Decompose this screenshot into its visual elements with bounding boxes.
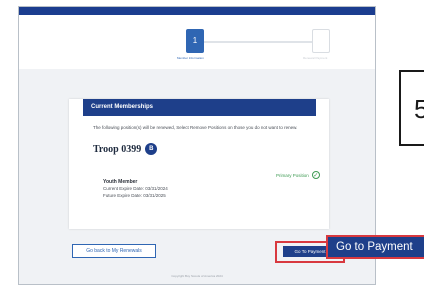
unit-row: Troop 0399 B	[93, 143, 158, 155]
step-1-indicator: 1	[186, 29, 204, 53]
future-expire-date: Future Expire Date: 03/31/2025	[103, 192, 166, 198]
step-2-indicator	[312, 29, 330, 53]
top-band	[19, 7, 375, 15]
app-screen: 1 Member Information Renewal Payment Cur…	[18, 6, 376, 285]
primary-position-label: Primary Position	[276, 172, 309, 178]
step-connector	[195, 41, 319, 43]
primary-position-indicator: Primary Position ✓	[276, 171, 320, 179]
step-1-label: Member Information	[177, 56, 204, 60]
back-to-renewals-button[interactable]: Go back to My Renewals	[72, 244, 156, 258]
current-expire-date: Current Expire Date: 03/31/2024	[103, 186, 168, 191]
member-type: Youth Member	[103, 179, 138, 185]
renewal-description: The following position(s) will be renewe…	[93, 125, 298, 130]
progress-stepper: 1 Member Information Renewal Payment	[19, 15, 375, 69]
unit-name: Troop 0399	[93, 143, 142, 155]
step-2-label: Renewal Payment	[303, 56, 328, 60]
go-to-payment-callout: Go to Payment	[326, 235, 424, 259]
unit-type-badge: B	[145, 143, 158, 155]
copyright-text: Copyright Boy Scouts of America 2024	[171, 274, 223, 278]
step-number-callout: 5	[399, 70, 424, 146]
membership-details: Youth Member Current Expire Date: 03/31/…	[103, 179, 168, 199]
step-number: 5	[414, 94, 424, 124]
memberships-card: Current Memberships The following positi…	[69, 99, 329, 229]
card-title: Current Memberships	[83, 99, 316, 116]
check-circle-icon: ✓	[311, 171, 320, 179]
